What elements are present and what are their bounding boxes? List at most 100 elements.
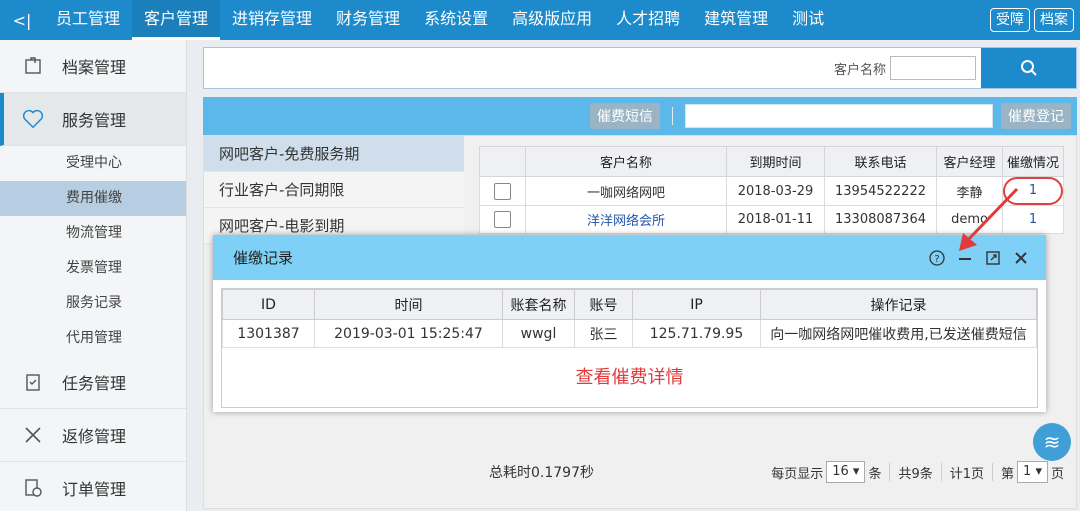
nav-item-recruit[interactable]: 人才招聘: [604, 0, 692, 40]
per-page-select[interactable]: 16 ▾: [826, 461, 866, 483]
fee-sms-button[interactable]: 催费短信: [590, 103, 660, 129]
toolbar-divider: [672, 107, 673, 125]
record-set: wwgl: [502, 319, 575, 348]
page-suffix: 页: [1050, 466, 1064, 482]
table-header: 客户名称 到期时间 联系电话 客户经理 催缴情况: [479, 146, 1064, 177]
search-icon: [1020, 60, 1037, 76]
column-header[interactable]: 联系电话: [824, 146, 937, 177]
nav-item-employee[interactable]: 员工管理: [44, 0, 132, 40]
column-header: 账套名称: [502, 289, 575, 320]
search-bar: 客户名称: [203, 47, 1077, 89]
sidebar-item-archive[interactable]: 档案管理: [0, 40, 186, 93]
customer-type-list: 网吧客户-免费服务期 行业客户-合同期限 网吧客户-电影到期: [204, 136, 464, 244]
per-page-value: 16: [832, 464, 849, 479]
view-fee-detail-link[interactable]: 查看催费详情: [222, 348, 1037, 404]
nav-item-finance[interactable]: 财务管理: [324, 0, 412, 40]
column-header[interactable]: 客户名称: [525, 146, 727, 177]
table-footer: 总耗时0.1797秒 每页显示 16 ▾ 条 共9条 计1页 第 1 ▾ 页: [479, 452, 1064, 492]
tools-icon: [22, 424, 44, 446]
elapsed-time: 总耗时0.1797秒: [489, 465, 594, 481]
type-item-netcafe-free[interactable]: 网吧客户-免费服务期: [204, 136, 464, 172]
sidebar-item-repair[interactable]: 返修管理: [0, 409, 186, 462]
sidebar-item-label: 返修管理: [62, 427, 127, 446]
per-page-label: 每页显示: [771, 466, 824, 482]
heart-icon: [22, 108, 44, 130]
record-time: 2019-03-01 15:25:47: [314, 319, 503, 348]
sidebar-sub-invoice[interactable]: 发票管理: [0, 251, 186, 286]
record-account: 张三: [574, 319, 633, 348]
record-ip: 125.71.79.95: [632, 319, 761, 348]
dialog-title: 催缴记录: [233, 249, 294, 267]
nav-item-construction[interactable]: 建筑管理: [692, 0, 780, 40]
fee-register-button[interactable]: 催费登记: [1001, 103, 1071, 129]
sidebar-sub-acceptance[interactable]: 受理中心: [0, 146, 186, 181]
toolbar-input[interactable]: [685, 104, 993, 128]
dialog-header: 催缴记录 ?: [213, 235, 1046, 280]
fault-button[interactable]: 受障: [990, 8, 1030, 32]
nav-item-inventory[interactable]: 进销存管理: [220, 0, 324, 40]
due-date-cell: 2018-01-11: [726, 205, 825, 234]
column-header: IP: [632, 289, 761, 320]
column-header: 账号: [574, 289, 633, 320]
sidebar-item-service[interactable]: 服务管理: [0, 93, 186, 146]
folder-icon: [22, 55, 44, 77]
order-settings-icon: [22, 477, 44, 499]
row-checkbox[interactable]: [494, 211, 511, 228]
footer-divider: [889, 463, 891, 481]
page-count: 计1页: [949, 466, 985, 482]
record-count: 共9条: [898, 466, 933, 482]
nav-item-settings[interactable]: 系统设置: [412, 0, 500, 40]
sidebar-item-order[interactable]: 订单管理: [0, 462, 186, 511]
sidebar-item-label: 服务管理: [62, 111, 127, 130]
customer-name-input[interactable]: [890, 56, 976, 80]
column-header[interactable]: 催缴情况: [1002, 146, 1064, 177]
page-select[interactable]: 1 ▾: [1017, 461, 1048, 483]
table-header: ID 时间 账套名称 账号 IP 操作记录: [222, 289, 1037, 320]
sidebar-item-label: 档案管理: [62, 58, 127, 77]
action-toolbar: 催费短信 催费登记: [203, 97, 1077, 135]
phone-cell: 13308087364: [824, 205, 937, 234]
collapse-sidebar-icon[interactable]: <|: [0, 0, 44, 40]
select-all-column: [479, 146, 526, 177]
main-area: 客户名称: [203, 47, 1077, 89]
footer-divider: [940, 463, 942, 481]
collection-record-dialog: 催缴记录 ? ID 时间 账套名称 账号 IP 操作记录 1301387 201…: [213, 235, 1046, 412]
annotation-arrow: [959, 187, 1019, 251]
sidebar-sub-logistics[interactable]: 物流管理: [0, 216, 186, 251]
column-header[interactable]: 到期时间: [726, 146, 825, 177]
floating-service-icon[interactable]: ≋: [1033, 423, 1071, 461]
clipboard-icon: [22, 371, 44, 393]
sidebar: 档案管理 服务管理 受理中心 费用催缴 物流管理 发票管理 服务记录 代用管理 …: [0, 40, 187, 511]
column-header[interactable]: 客户经理: [936, 146, 1003, 177]
row-checkbox-cell: [479, 176, 526, 206]
sidebar-item-label: 任务管理: [62, 374, 127, 393]
column-header: 操作记录: [760, 289, 1037, 320]
sidebar-sub-agency[interactable]: 代用管理: [0, 321, 186, 356]
row-checkbox[interactable]: [494, 182, 511, 200]
collection-record-table: ID 时间 账套名称 账号 IP 操作记录 1301387 2019-03-01…: [222, 289, 1037, 348]
help-icon[interactable]: ?: [928, 249, 946, 267]
search-button[interactable]: [981, 48, 1076, 88]
page-value: 1: [1023, 464, 1032, 479]
footer-divider: [992, 463, 994, 481]
sidebar-item-label: 订单管理: [62, 480, 127, 499]
sidebar-sub-service-record[interactable]: 服务记录: [0, 286, 186, 321]
record-id: 1301387: [222, 319, 315, 348]
sidebar-item-task[interactable]: 任务管理: [0, 356, 186, 409]
nav-item-customer[interactable]: 客户管理: [132, 0, 221, 40]
phone-cell: 13954522222: [824, 176, 937, 206]
top-navigation: <| 员工管理 客户管理 进销存管理 财务管理 系统设置 高级版应用 人才招聘 …: [0, 0, 1080, 40]
per-page-unit: 条: [868, 466, 882, 482]
column-header: 时间: [314, 289, 503, 320]
due-date-cell: 2018-03-29: [726, 176, 825, 206]
nav-item-advanced[interactable]: 高级版应用: [500, 0, 604, 40]
row-checkbox-cell: [479, 205, 526, 234]
customer-name-cell[interactable]: 洋洋网络会所: [525, 205, 727, 234]
archive-button[interactable]: 档案: [1034, 8, 1074, 32]
dialog-body: ID 时间 账套名称 账号 IP 操作记录 1301387 2019-03-01…: [221, 288, 1038, 408]
nav-item-test[interactable]: 测试: [780, 0, 836, 40]
column-header: ID: [222, 289, 315, 320]
type-item-industry-contract[interactable]: 行业客户-合同期限: [204, 172, 464, 208]
sidebar-sub-fee-collection[interactable]: 费用催缴: [0, 181, 186, 216]
customer-name-label: 客户名称: [833, 62, 886, 78]
